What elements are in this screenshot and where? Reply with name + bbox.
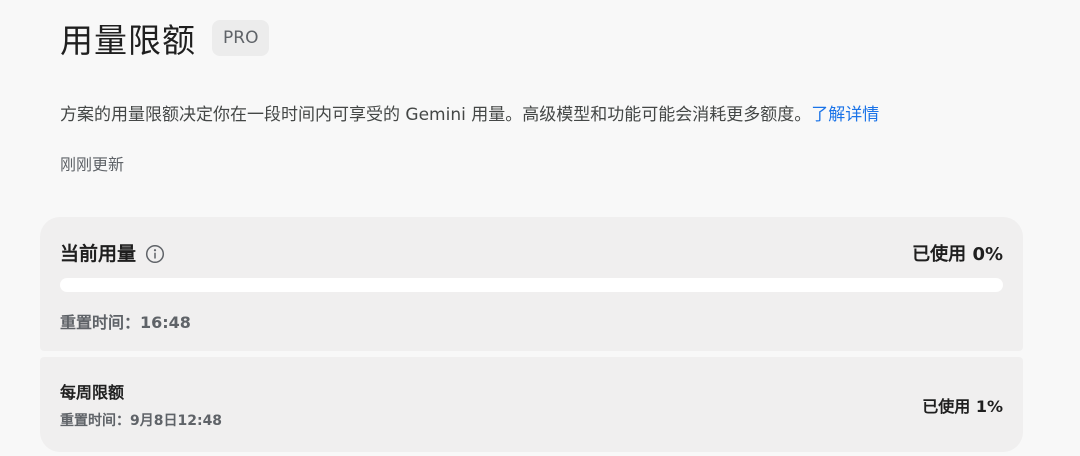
page-title: 用量限额: [60, 21, 196, 60]
current-usage-card: 当前用量 已使用 0% 重置时间：16:48: [40, 217, 1023, 351]
current-usage-title: 当前用量: [60, 243, 137, 265]
plan-badge: PRO: [212, 20, 270, 56]
info-icon[interactable]: [145, 244, 165, 264]
description-text: 方案的用量限额决定你在一段时间内可享受的 Gemini 用量。高级模型和功能可能…: [60, 105, 812, 125]
weekly-limit-card: 每周限额 重置时间：9月8日12:48 已使用 1%: [40, 357, 1023, 452]
page-header: 用量限额 PRO: [60, 14, 270, 62]
current-usage-heading: 当前用量: [60, 239, 165, 266]
learn-more-link[interactable]: 了解详情: [811, 105, 879, 125]
current-reset-time: 重置时间：16:48: [60, 313, 191, 332]
last-updated-text: 刚刚更新: [60, 155, 125, 174]
usage-progress-bar: [60, 278, 1003, 292]
weekly-reset-time: 重置时间：9月8日12:48: [60, 413, 223, 429]
description: 方案的用量限额决定你在一段时间内可享受的 Gemini 用量。高级模型和功能可能…: [60, 100, 879, 125]
weekly-usage-percent: 已使用 1%: [922, 397, 1003, 416]
weekly-limit-title: 每周限额: [60, 383, 125, 402]
current-usage-percent: 已使用 0%: [912, 244, 1003, 265]
